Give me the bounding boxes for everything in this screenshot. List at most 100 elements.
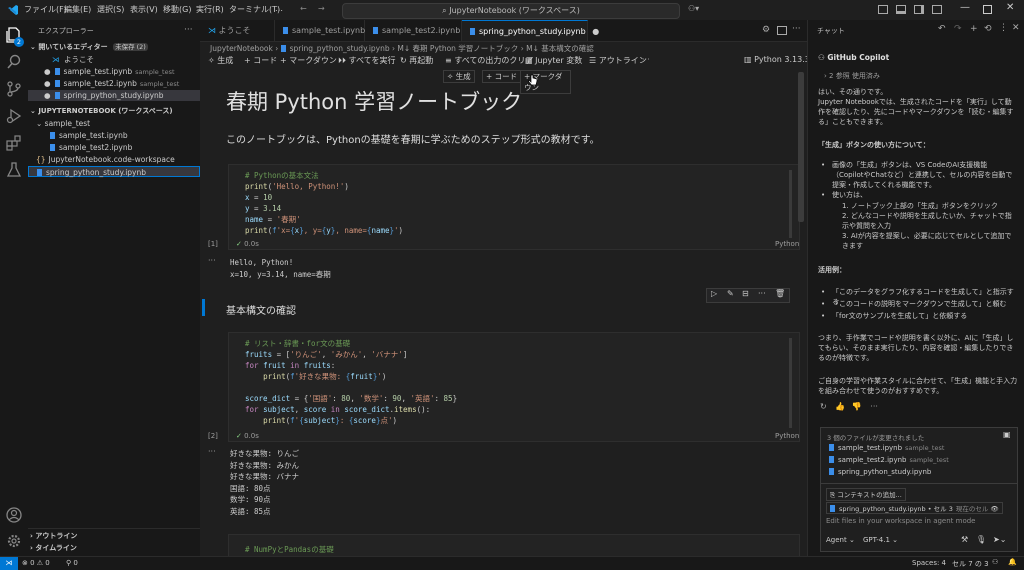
outline-header[interactable]: › アウトライン: [30, 531, 202, 542]
redo-icon[interactable]: ↷: [954, 24, 962, 34]
menu-terminal[interactable]: ターミナル(T): [229, 4, 280, 15]
tools-icon[interactable]: ⚒: [961, 535, 968, 544]
generate-button[interactable]: ✧ 生成: [208, 55, 233, 66]
timeline-header[interactable]: › タイムライン: [30, 543, 202, 554]
more-actions-icon[interactable]: ···: [870, 402, 878, 411]
menu-more[interactable]: …: [275, 4, 283, 13]
more-actions-icon[interactable]: ···: [642, 55, 650, 64]
changed-file-item[interactable]: sample_test.ipynb sample_test: [829, 444, 944, 452]
command-center-search[interactable]: ⌕ JupyterNotebook (ワークスペース): [342, 3, 680, 19]
model-picker[interactable]: GPT-4.1 ⌄: [863, 536, 898, 544]
run-debug-icon[interactable]: [5, 107, 23, 125]
cell-code[interactable]: # NumPyとPandasの基礎: [245, 544, 334, 555]
retry-icon[interactable]: ↻: [820, 402, 827, 411]
changed-file-item[interactable]: spring_python_study.ipynb: [829, 468, 931, 476]
tree-file[interactable]: {} JupyterNotebook.code-workspace: [36, 154, 208, 165]
close-icon[interactable]: ✕: [1012, 23, 1020, 33]
run-all-button[interactable]: ⏵⏵ すべてを実行: [338, 55, 396, 66]
gear-icon[interactable]: ⚙: [762, 25, 770, 35]
minimize-icon[interactable]: —: [960, 2, 970, 13]
tree-file[interactable]: sample_test.ipynb: [50, 130, 222, 141]
breadcrumb-item[interactable]: M↓ 春期 Python 学習ノートブック: [397, 44, 518, 53]
toggle-secondary-sidebar-icon[interactable]: [914, 5, 924, 14]
workspace-header[interactable]: ⌄ JUPYTERNOTEBOOK (ワークスペース): [30, 106, 202, 117]
clear-outputs-button[interactable]: ≡ すべての出力のクリア: [445, 55, 533, 66]
menu-file[interactable]: ファイル(F): [24, 4, 67, 15]
send-icon[interactable]: ➤⌄: [993, 535, 1006, 544]
split-editor-icon[interactable]: [777, 26, 787, 35]
split-cell-icon[interactable]: ⊟: [742, 289, 749, 298]
notifications-bell-icon[interactable]: 🔔: [1008, 558, 1017, 566]
references-toggle[interactable]: › 2 参照 使用済み: [824, 71, 880, 81]
cell-position-indicator[interactable]: セル 7 の 3: [952, 559, 989, 569]
tree-folder[interactable]: ⌄ sample_test: [36, 118, 208, 129]
thumbs-up-icon[interactable]: 👍: [835, 402, 845, 411]
changed-file-item[interactable]: sample_test2.ipynb sample_test: [829, 456, 949, 464]
copilot-icon[interactable]: ⚇▾: [688, 4, 699, 13]
insert-code-button[interactable]: + コード: [482, 70, 522, 83]
close-icon[interactable]: ✕: [1006, 2, 1014, 13]
layout-icon[interactable]: [932, 5, 942, 14]
more-actions-icon[interactable]: ···: [184, 25, 193, 35]
toggle-panel-icon[interactable]: [896, 5, 906, 14]
tree-file-selected[interactable]: spring_python_study.ipynb: [28, 166, 200, 177]
toggle-sidebar-icon[interactable]: [878, 5, 888, 14]
more-actions-icon[interactable]: ···: [792, 24, 801, 34]
cell-scrollbar[interactable]: [789, 338, 792, 428]
menu-go[interactable]: 移動(G): [163, 4, 191, 15]
remote-indicator-icon[interactable]: ⋊: [0, 557, 18, 570]
microphone-icon[interactable]: 🎙: [976, 535, 986, 544]
unsaved-dot-icon[interactable]: ●: [44, 91, 51, 100]
insert-generate-button[interactable]: ✧ 生成: [443, 70, 475, 83]
context-chip[interactable]: spring_python_study.ipynb • セル 3 現在のセル 👁: [826, 502, 1003, 514]
unsaved-dot-icon[interactable]: ●: [44, 67, 51, 76]
undo-icon[interactable]: ↶: [938, 24, 946, 34]
cell-code[interactable]: # リスト・辞書・for文の基礎 fruits = ['りんご', 'みかん',…: [245, 338, 457, 426]
source-control-icon[interactable]: [5, 80, 23, 98]
eye-icon[interactable]: 👁: [990, 505, 998, 513]
run-cell-icon[interactable]: ▷: [711, 289, 717, 298]
copilot-status-icon[interactable]: ⚇: [992, 558, 998, 566]
add-context-button[interactable]: ⎘ コンテキストの追加...: [826, 488, 906, 501]
cell-language[interactable]: Python: [775, 240, 799, 248]
settings-gear-icon[interactable]: [5, 532, 23, 550]
add-code-button[interactable]: + コード: [244, 55, 277, 66]
open-editor-item-active[interactable]: ● spring_python_study.ipynb: [28, 90, 200, 101]
problems-indicator[interactable]: ⊗ 0 ⚠ 0: [22, 559, 50, 567]
more-actions-icon[interactable]: ···: [758, 289, 766, 298]
tab-sample-test[interactable]: sample_test.ipynb: [275, 20, 365, 41]
back-arrow-icon[interactable]: ←: [300, 4, 307, 13]
unsaved-dot-icon[interactable]: ●: [44, 79, 51, 88]
ports-indicator[interactable]: ⚲ 0: [66, 559, 78, 567]
output-more-icon[interactable]: ···: [208, 447, 216, 456]
tab-spring-python-study[interactable]: spring_python_study.ipynb ●: [462, 20, 599, 41]
open-editor-item[interactable]: ● sample_test.ipynb sample_test: [44, 66, 216, 77]
cell-language[interactable]: Python: [775, 432, 799, 440]
breadcrumb-item[interactable]: spring_python_study.ipynb: [290, 44, 390, 53]
diff-icon[interactable]: ▣: [1003, 430, 1011, 439]
breadcrumb-item[interactable]: M↓ 基本構文の確認: [526, 44, 594, 53]
thumbs-down-icon[interactable]: 👎: [852, 402, 862, 411]
unsaved-dot-icon[interactable]: ●: [592, 27, 599, 36]
open-editor-item[interactable]: ● sample_test2.ipynb sample_test: [44, 78, 216, 89]
chat-input[interactable]: Edit files in your workspace in agent mo…: [826, 517, 976, 525]
menu-view[interactable]: 表示(V): [130, 4, 158, 15]
open-editors-header[interactable]: ⌄ 開いているエディター 未保存 (2): [30, 42, 202, 53]
kernel-picker[interactable]: ▥ Python 3.13.3: [744, 55, 807, 64]
jupyter-variables-button[interactable]: ▦ Jupyter 変数: [525, 55, 582, 66]
breadcrumb-item[interactable]: JupyterNotebook: [210, 44, 273, 53]
add-markdown-button[interactable]: + マークダウン: [280, 55, 337, 66]
edit-pencil-icon[interactable]: ✎: [727, 289, 734, 298]
testing-flask-icon[interactable]: [5, 161, 23, 179]
new-chat-plus-icon[interactable]: +: [970, 24, 978, 34]
search-icon[interactable]: [5, 53, 23, 71]
restart-button[interactable]: ↻ 再起動: [400, 55, 433, 66]
history-icon[interactable]: ⟲: [984, 24, 992, 34]
menu-run[interactable]: 実行(R): [196, 4, 224, 15]
tab-welcome[interactable]: ⋊ ようこそ: [200, 20, 275, 41]
mode-picker[interactable]: Agent ⌄: [826, 536, 855, 544]
open-editor-item[interactable]: ⋊ ようこそ: [52, 54, 224, 65]
editor-scrollbar[interactable]: [798, 72, 804, 222]
maximize-icon[interactable]: [983, 5, 992, 14]
forward-arrow-icon[interactable]: →: [318, 4, 325, 13]
